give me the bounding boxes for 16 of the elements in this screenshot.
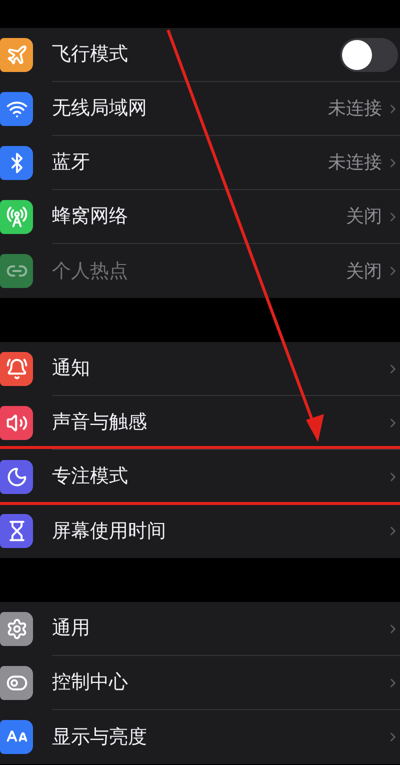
setting-label[interactable]: 屏幕使用时间 — [52, 516, 166, 546]
setting-label[interactable]: 控制中心 — [52, 668, 128, 697]
setting-value: 关闭 — [346, 260, 382, 284]
setting-label[interactable]: 显示与亮度 — [52, 722, 147, 752]
setting-label[interactable]: 声音与触感 — [52, 408, 147, 437]
setting-value: 未连接 — [328, 151, 382, 175]
toggle-switch[interactable] — [340, 38, 398, 72]
setting-label[interactable]: 飞行模式 — [52, 40, 128, 69]
setting-value: 未连接 — [328, 97, 382, 121]
setting-label[interactable]: 通知 — [52, 354, 90, 383]
setting-label[interactable]: 蓝牙 — [52, 148, 90, 177]
setting-label[interactable]: 通用 — [52, 614, 90, 643]
setting-value: 关闭 — [346, 205, 382, 229]
setting-label[interactable]: 蜂窝网络 — [52, 202, 128, 231]
setting-label[interactable]: 无线局域网 — [52, 94, 147, 123]
setting-label[interactable]: 专注模式 — [52, 462, 128, 491]
